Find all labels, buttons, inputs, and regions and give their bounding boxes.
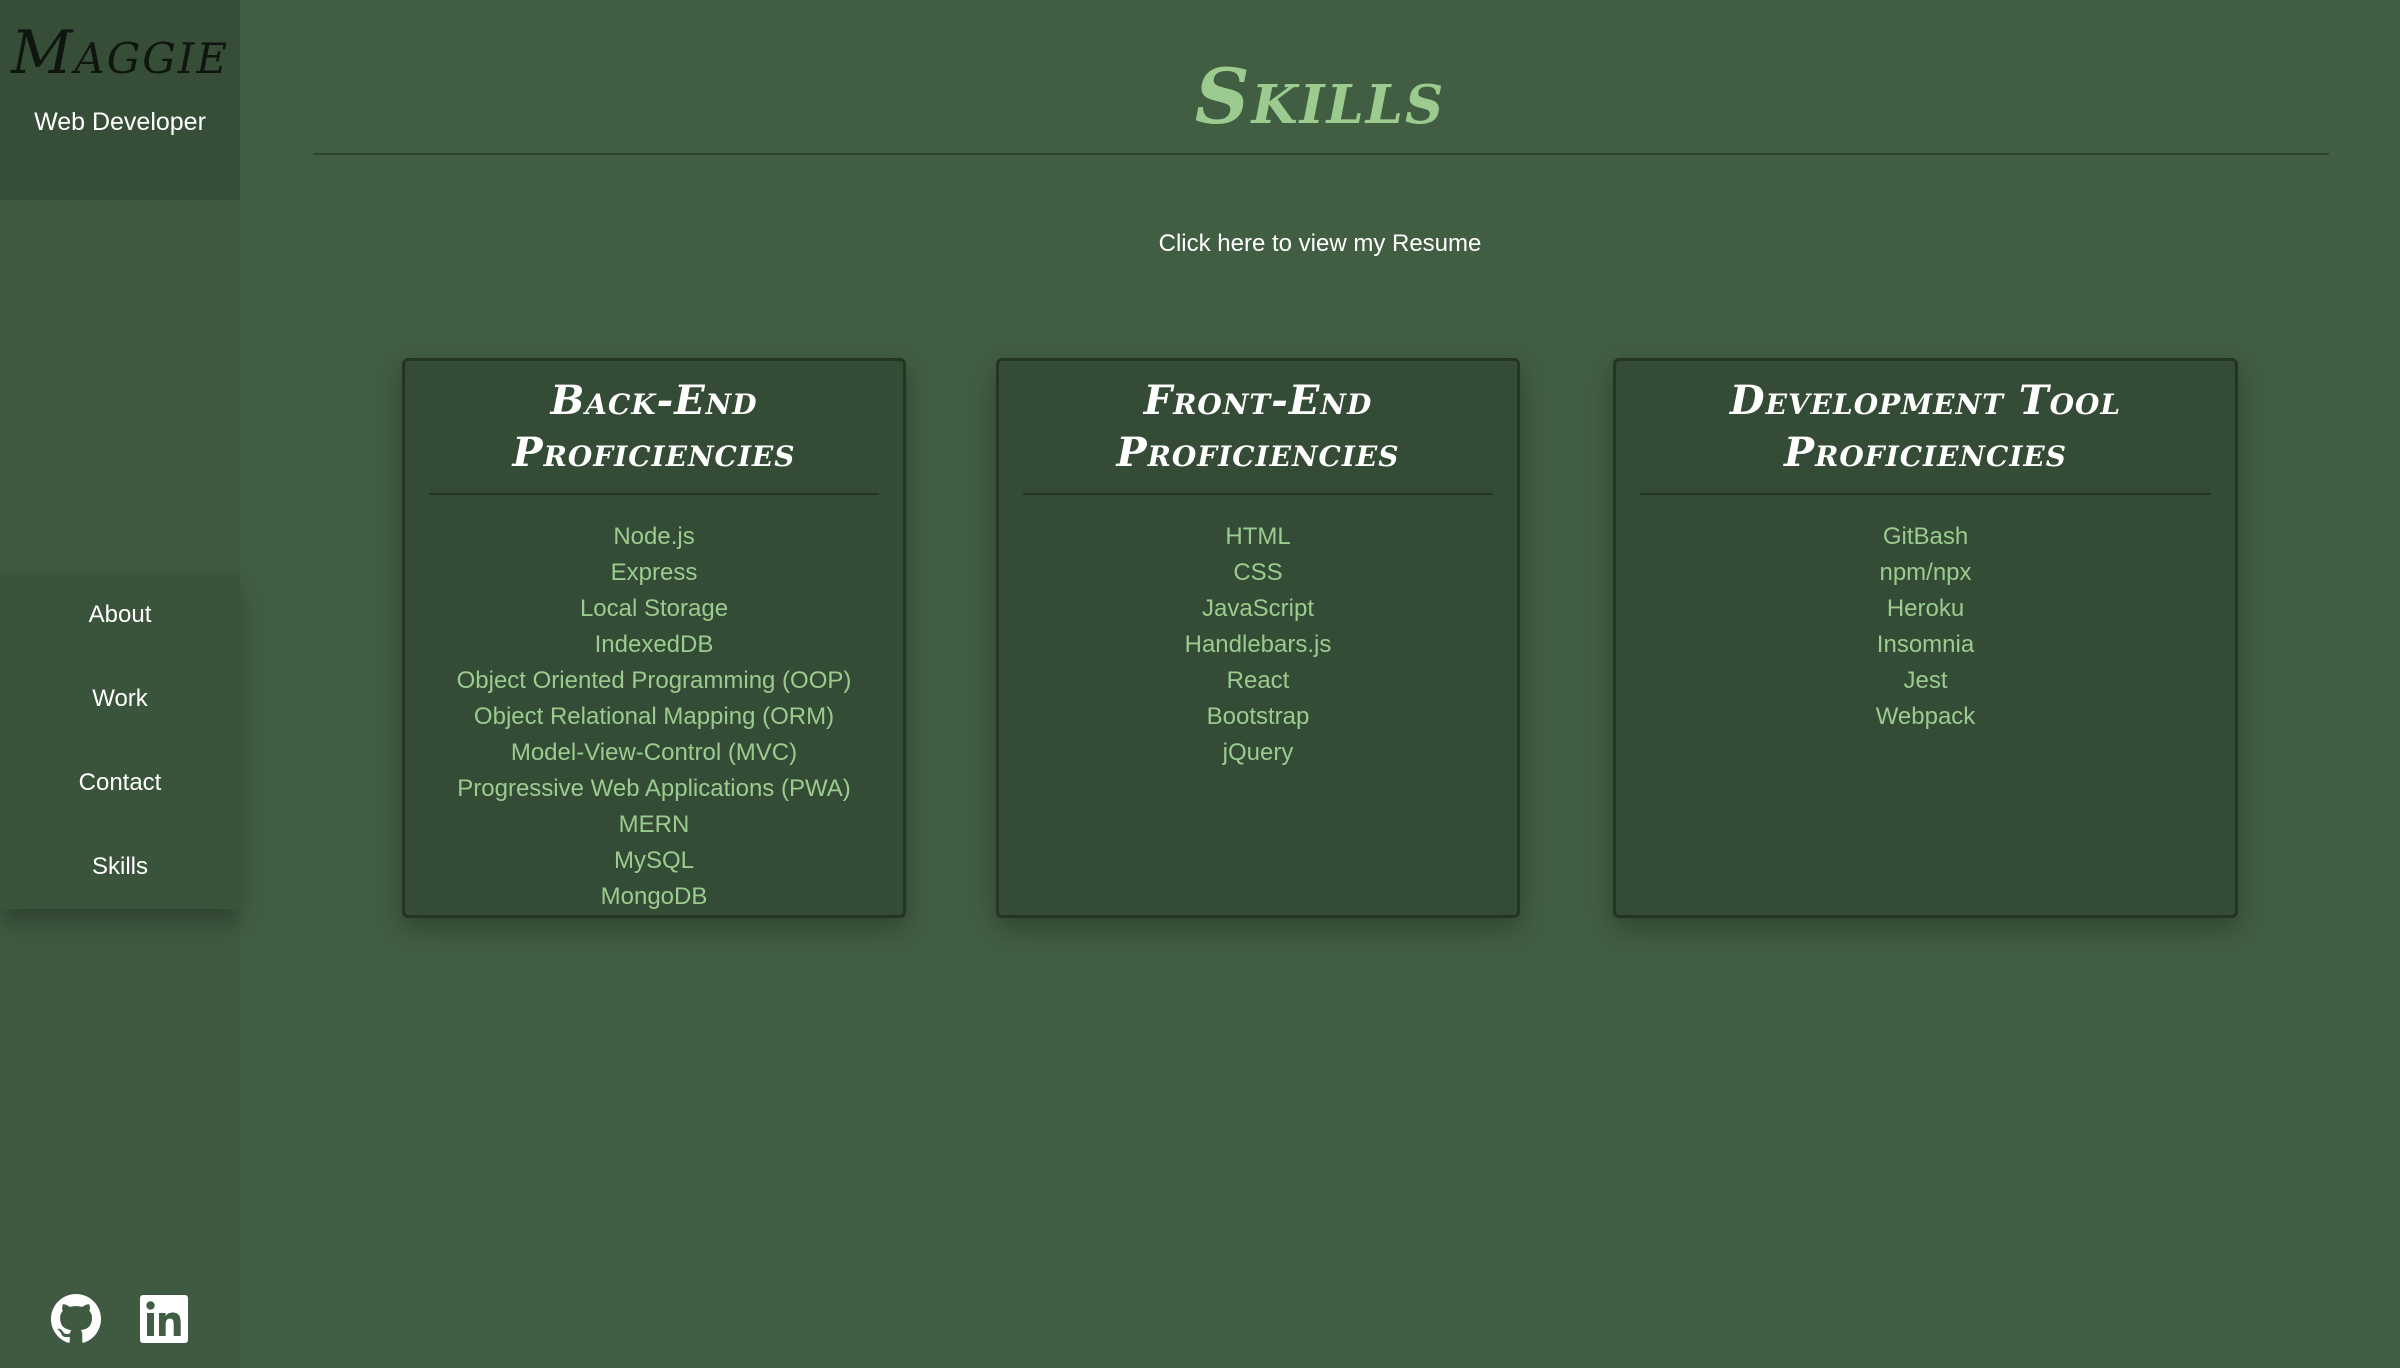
skill-list: GitBash npm/npx Heroku Insomnia Jest Web… xyxy=(1616,519,2235,735)
skill-item: npm/npx xyxy=(1879,559,1972,586)
resume-link[interactable]: Click here to view my Resume xyxy=(240,230,2400,258)
skill-item: CSS xyxy=(1233,559,1283,586)
nav-item-work[interactable]: Work xyxy=(0,657,240,741)
skill-item: IndexedDB xyxy=(594,631,714,658)
brand-subtitle: Web Developer xyxy=(34,108,206,136)
skill-item: Heroku xyxy=(1886,595,1965,622)
brand-name[interactable]: Maggie xyxy=(0,18,240,88)
nav-item-contact[interactable]: Contact xyxy=(0,741,240,825)
card-title: Front-End Proficiencies xyxy=(1023,375,1493,495)
skill-item: Local Storage xyxy=(579,595,729,622)
skill-item: React xyxy=(1226,667,1290,694)
skill-item: Object Oriented Programming (OOP) xyxy=(456,667,852,694)
card-title: Development Tool Proficiencies xyxy=(1640,375,2211,495)
skill-item: Object Relational Mapping (ORM) xyxy=(473,703,835,730)
skill-item: Webpack xyxy=(1875,703,1976,730)
dev-tools-card: Development Tool Proficiencies GitBash n… xyxy=(1613,358,2238,918)
skill-item: Bootstrap xyxy=(1206,703,1310,730)
title-divider xyxy=(313,153,2329,155)
github-icon[interactable] xyxy=(51,1294,101,1344)
skill-item: HTML xyxy=(1225,523,1291,550)
card-title: Back-End Proficiencies xyxy=(429,375,879,495)
back-end-card: Back-End Proficiencies Node.js Express L… xyxy=(402,358,906,918)
skill-item: Insomnia xyxy=(1876,631,1975,658)
social-links xyxy=(0,1294,240,1344)
skill-item: MERN xyxy=(618,811,690,838)
front-end-card: Front-End Proficiencies HTML CSS JavaScr… xyxy=(996,358,1520,918)
linkedin-icon[interactable] xyxy=(139,1294,189,1344)
skill-item: MySQL xyxy=(613,847,694,874)
skill-item: Node.js xyxy=(613,523,695,550)
nav-item-about[interactable]: About xyxy=(0,573,240,657)
sidebar: Maggie Web Developer About Work Contact … xyxy=(0,0,240,1368)
skill-item: Handlebars.js xyxy=(1184,631,1332,658)
skill-item: Model-View-Control (MVC) xyxy=(510,739,798,766)
page-title: Skills xyxy=(1194,52,1446,141)
skill-item: jQuery xyxy=(1222,739,1294,766)
skill-list: Node.js Express Local Storage IndexedDB … xyxy=(405,519,903,915)
skill-item: Progressive Web Applications (PWA) xyxy=(457,775,851,802)
skill-item: JavaScript xyxy=(1201,595,1315,622)
nav-item-skills[interactable]: Skills xyxy=(0,825,240,909)
brand-header: Maggie Web Developer xyxy=(0,0,240,200)
skill-item: Express xyxy=(610,559,698,586)
skill-item: MongoDB xyxy=(600,883,708,910)
skill-item: Jest xyxy=(1903,667,1948,694)
skill-list: HTML CSS JavaScript Handlebars.js React … xyxy=(999,519,1517,771)
sidebar-nav: About Work Contact Skills xyxy=(0,573,240,909)
main-content: Skills Click here to view my Resume Back… xyxy=(240,0,2400,1368)
page: Maggie Web Developer About Work Contact … xyxy=(0,0,2400,1368)
skill-item: GitBash xyxy=(1882,523,1969,550)
